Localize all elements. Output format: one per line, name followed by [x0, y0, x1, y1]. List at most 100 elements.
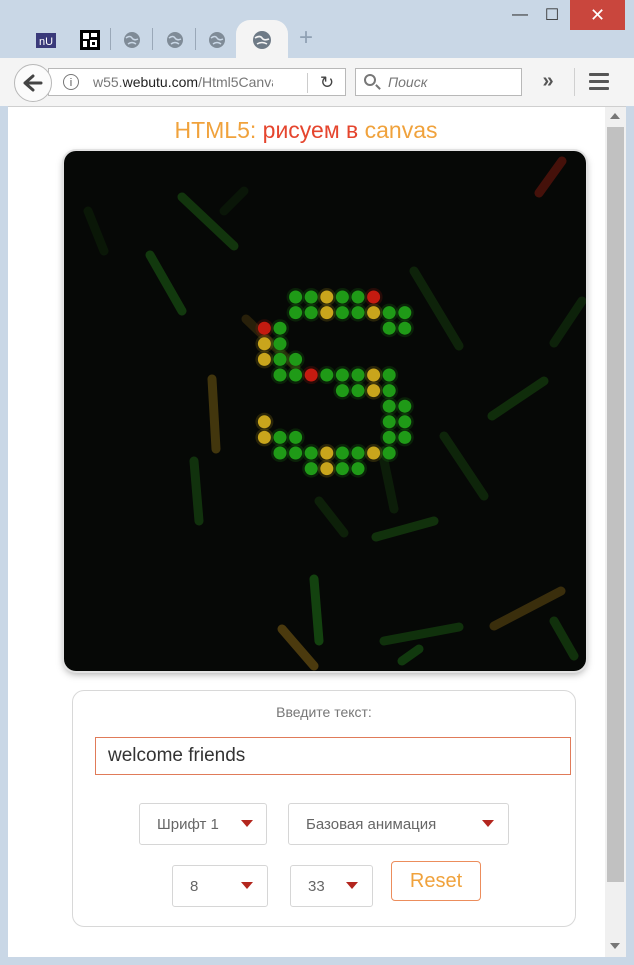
- matrix-dot: [320, 368, 334, 382]
- browser-window: nU + — ☐ ✕ i w55.webutu.com/Html5Canv ↻ …: [0, 0, 634, 965]
- number-select[interactable]: 33: [290, 865, 373, 907]
- particle-streak: [439, 431, 489, 501]
- particle-streak: [379, 622, 464, 646]
- matrix-dot: [398, 430, 412, 444]
- hamburger-menu-icon[interactable]: [589, 73, 609, 91]
- scroll-down-icon[interactable]: [610, 943, 620, 949]
- text-input-label: Введите текст:: [276, 704, 372, 720]
- tab-globe-3[interactable]: [199, 22, 235, 58]
- particle-streak: [309, 574, 324, 646]
- font-select-value: Шрифт 1: [157, 816, 219, 833]
- matrix-dot: [289, 290, 303, 304]
- page-title: HTML5: рисуем в canvas: [174, 117, 438, 143]
- globe-icon: [253, 31, 271, 49]
- matrix-dot: [289, 352, 303, 366]
- close-button[interactable]: ✕: [570, 0, 625, 30]
- matrix-dot: [273, 352, 287, 366]
- back-arrow-icon: [23, 74, 43, 92]
- page-scrollbar[interactable]: [605, 107, 626, 957]
- matrix-dot: [289, 446, 303, 460]
- tab-active[interactable]: [236, 20, 288, 60]
- matrix-dot: [257, 352, 271, 366]
- globe-icon: [167, 32, 183, 48]
- search-bar[interactable]: Поиск: [355, 68, 522, 96]
- matrix-dot: [351, 368, 365, 382]
- maximize-button[interactable]: ☐: [537, 0, 567, 30]
- tab-qr[interactable]: [72, 22, 108, 58]
- page-content: HTML5: рисуем в canvas Введите текст: we…: [8, 107, 604, 957]
- particle-streak: [277, 624, 319, 671]
- canvas-drawing: [83, 156, 586, 671]
- new-tab-button[interactable]: +: [294, 26, 318, 50]
- matrix-dot: [304, 290, 318, 304]
- toolbar-overflow-button[interactable]: »: [536, 70, 560, 94]
- matrix-dot: [367, 446, 381, 460]
- number-select-value: 33: [308, 878, 325, 895]
- matrix-dot: [273, 321, 287, 335]
- matrix-dot: [351, 384, 365, 398]
- matrix-dot: [335, 446, 349, 460]
- particle-streak: [207, 374, 221, 454]
- webutu-favicon-icon: nU: [36, 33, 56, 48]
- particle-streak: [314, 496, 349, 538]
- matrix-dot: [382, 399, 396, 413]
- matrix-dot: [382, 430, 396, 444]
- matrix-dot: [351, 446, 365, 460]
- scroll-thumb[interactable]: [607, 127, 624, 882]
- minimize-button[interactable]: —: [505, 0, 535, 30]
- matrix-dot: [320, 306, 334, 320]
- matrix-dot: [351, 462, 365, 476]
- reset-button[interactable]: Reset: [391, 861, 481, 901]
- matrix-dot: [398, 415, 412, 429]
- chevron-down-icon: [241, 882, 253, 889]
- matrix-dot: [257, 321, 271, 335]
- globe-icon: [209, 32, 225, 48]
- particle-streak: [83, 206, 109, 256]
- particle-streak: [145, 250, 187, 316]
- matrix-dot: [382, 446, 396, 460]
- svg-text:nU: nU: [39, 36, 53, 48]
- animation-canvas[interactable]: [64, 151, 586, 671]
- matrix-dot: [335, 462, 349, 476]
- text-input[interactable]: welcome friends: [95, 737, 571, 775]
- info-icon[interactable]: i: [63, 74, 79, 90]
- matrix-dot: [382, 384, 396, 398]
- matrix-dot: [289, 306, 303, 320]
- search-input[interactable]: Поиск: [388, 74, 427, 90]
- size-select[interactable]: 8: [172, 865, 268, 907]
- tab-globe-2[interactable]: [157, 22, 193, 58]
- url-bar[interactable]: i w55.webutu.com/Html5Canvas ↻: [48, 68, 346, 96]
- scroll-up-icon[interactable]: [610, 113, 620, 119]
- tab-globe-1[interactable]: [114, 22, 150, 58]
- matrix-dot: [367, 384, 381, 398]
- chevron-down-icon: [241, 820, 253, 827]
- matrix-dot: [289, 368, 303, 382]
- matrix-dot: [273, 337, 287, 351]
- matrix-dot: [273, 446, 287, 460]
- particle-streak: [219, 186, 249, 216]
- matrix-dot: [304, 462, 318, 476]
- matrix-dot: [382, 306, 396, 320]
- matrix-dot: [382, 415, 396, 429]
- particle-streak: [371, 516, 439, 542]
- matrix-dot: [335, 384, 349, 398]
- matrix-dot: [320, 446, 334, 460]
- url-text[interactable]: w55.webutu.com/Html5Canvas: [93, 74, 273, 90]
- font-select[interactable]: Шрифт 1: [139, 803, 267, 845]
- particle-streak: [397, 644, 424, 666]
- matrix-dot: [273, 368, 287, 382]
- tab-webutu[interactable]: nU: [28, 22, 64, 58]
- matrix-dot: [382, 368, 396, 382]
- matrix-dot: [257, 337, 271, 351]
- particle-streak: [549, 296, 586, 348]
- qr-favicon-icon: [80, 30, 100, 50]
- animation-select[interactable]: Базовая анимация: [288, 803, 509, 845]
- particle-streak: [409, 266, 464, 351]
- back-button[interactable]: [14, 64, 52, 102]
- particle-streak: [487, 376, 549, 421]
- matrix-dot: [257, 415, 271, 429]
- matrix-dot: [273, 430, 287, 444]
- search-icon: [364, 74, 376, 86]
- reload-button[interactable]: ↻: [315, 71, 339, 95]
- controls-panel: Введите текст: welcome friends Шрифт 1 Б…: [72, 690, 576, 927]
